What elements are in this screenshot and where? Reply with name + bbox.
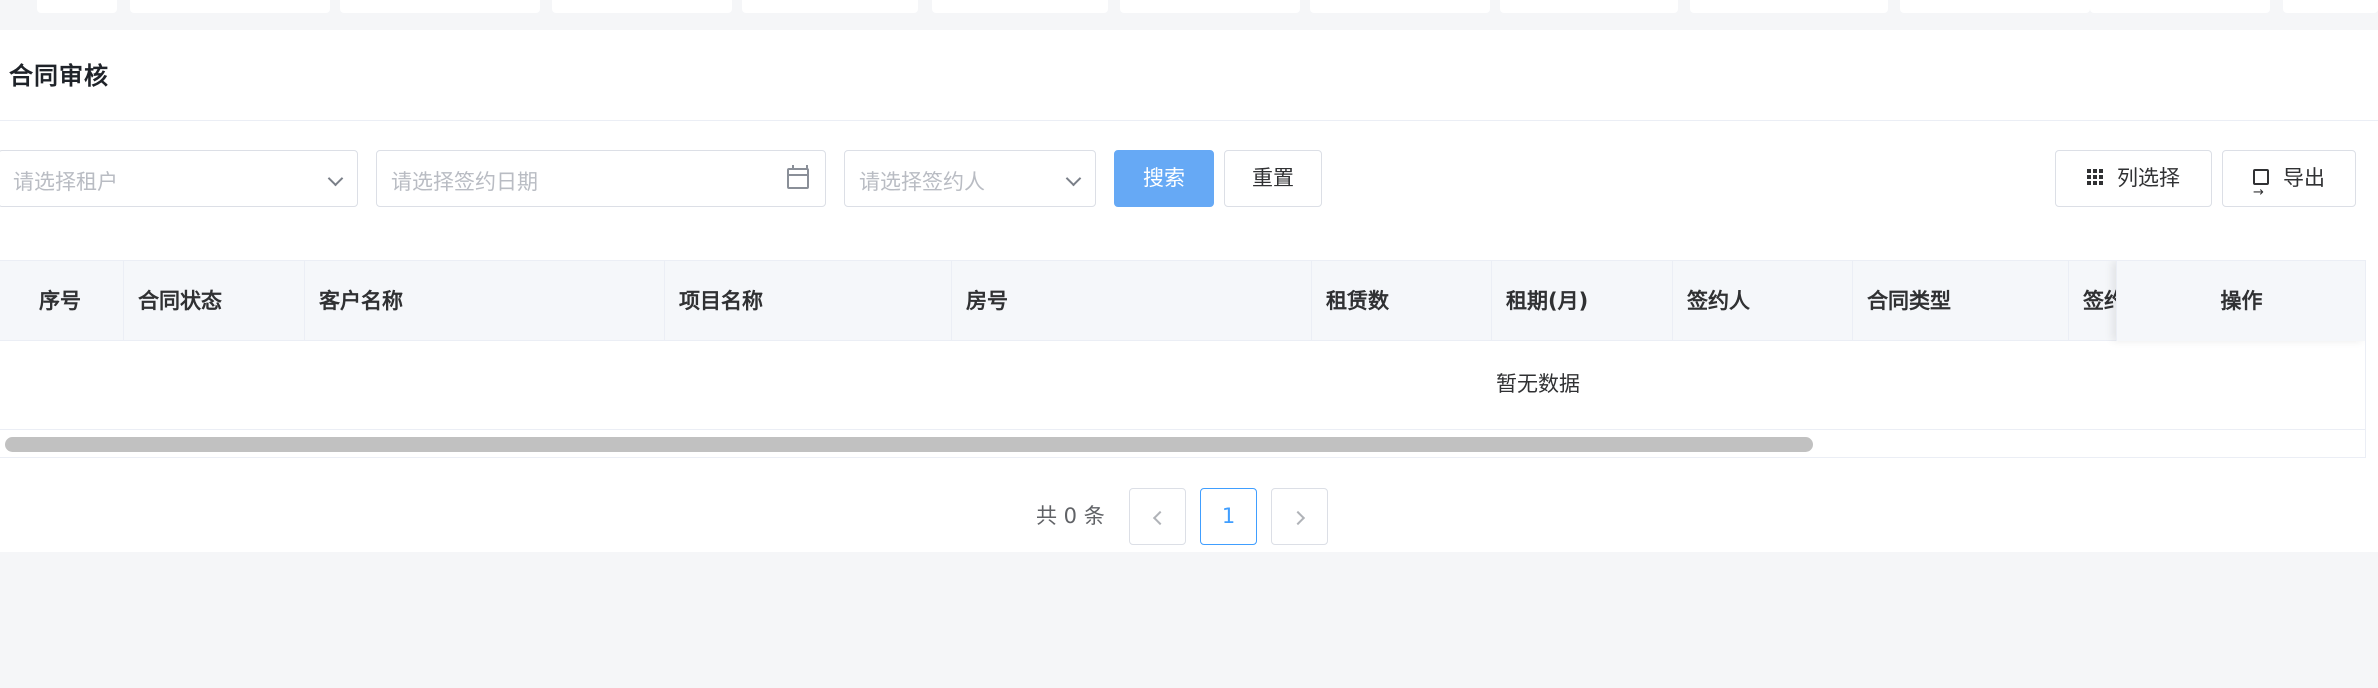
chevron-down-icon [1065, 170, 1082, 187]
empty-text: 暂无数据 [1496, 372, 1580, 396]
contract-table: 序号 合同状态 客户名称 项目名称 房号 租赁数 租期(月) 签约人 合同类型 … [0, 260, 2366, 458]
column-header[interactable]: 合同状态 [124, 261, 305, 341]
top-tab[interactable] [742, 0, 918, 13]
column-header-actions[interactable]: 操作 [2116, 261, 2365, 341]
column-header[interactable]: 序号 [0, 261, 124, 341]
content-card: 合同审核 请选择租户 请选择签约日期 请选择签约人 搜索 重置 列选择 导出 序… [0, 30, 2378, 552]
top-tab[interactable] [1690, 0, 1888, 13]
chevron-down-icon [327, 170, 344, 187]
page-title: 合同审核 [9, 62, 109, 90]
top-tab[interactable] [1900, 0, 2090, 13]
top-tab[interactable] [130, 0, 330, 13]
column-header[interactable]: 房号 [952, 261, 1312, 341]
page-number-button[interactable]: 1 [1200, 488, 1257, 545]
top-tab[interactable] [1500, 0, 1678, 13]
calendar-icon [787, 165, 809, 189]
export-icon [2253, 165, 2269, 220]
sign-date-placeholder: 请选择签约日期 [391, 170, 538, 194]
column-select-button[interactable]: 列选择 [2055, 150, 2212, 207]
export-button[interactable]: 导出 [2222, 150, 2356, 220]
table-header: 序号 合同状态 客户名称 项目名称 房号 租赁数 租期(月) 签约人 合同类型 … [0, 261, 2365, 341]
column-header[interactable]: 客户名称 [305, 261, 665, 341]
column-select-label: 列选择 [2117, 166, 2180, 190]
top-tab[interactable] [37, 0, 117, 13]
column-header[interactable]: 签约人 [1673, 261, 1853, 341]
top-tab[interactable] [1310, 0, 1490, 13]
chevron-left-icon [1152, 510, 1167, 526]
reset-button[interactable]: 重置 [1224, 150, 1322, 207]
horizontal-scrollbar[interactable] [0, 429, 2365, 457]
grid-icon [2087, 169, 2103, 185]
sign-date-picker[interactable]: 请选择签约日期 [376, 150, 826, 207]
tenant-select[interactable]: 请选择租户 [0, 150, 358, 207]
top-tab[interactable] [932, 0, 1108, 13]
pagination-total: 共 0 条 [1036, 504, 1105, 528]
title-divider [0, 120, 2378, 121]
top-tab[interactable] [1120, 0, 1300, 13]
column-header[interactable]: 项目名称 [665, 261, 952, 341]
tenant-select-placeholder: 请选择租户 [13, 170, 118, 194]
export-label: 导出 [2283, 166, 2325, 190]
next-page-button[interactable] [1271, 488, 1328, 545]
signer-select-placeholder: 请选择签约人 [859, 170, 985, 194]
empty-state: 暂无数据 [0, 341, 2365, 429]
top-tab[interactable] [552, 0, 732, 13]
prev-page-button[interactable] [1129, 488, 1186, 545]
top-tab[interactable] [2090, 0, 2270, 13]
column-header[interactable]: 合同类型 [1853, 261, 2069, 341]
top-tab[interactable] [2283, 0, 2378, 13]
top-tab[interactable] [340, 0, 540, 13]
chevron-right-icon [1290, 510, 1305, 526]
scrollbar-thumb[interactable] [5, 437, 1813, 452]
search-button[interactable]: 搜索 [1114, 150, 1214, 207]
top-tab-strip [0, 0, 2378, 30]
signer-select[interactable]: 请选择签约人 [844, 150, 1096, 207]
column-header[interactable]: 租赁数 [1312, 261, 1492, 341]
column-header[interactable]: 租期(月) [1492, 261, 1673, 341]
